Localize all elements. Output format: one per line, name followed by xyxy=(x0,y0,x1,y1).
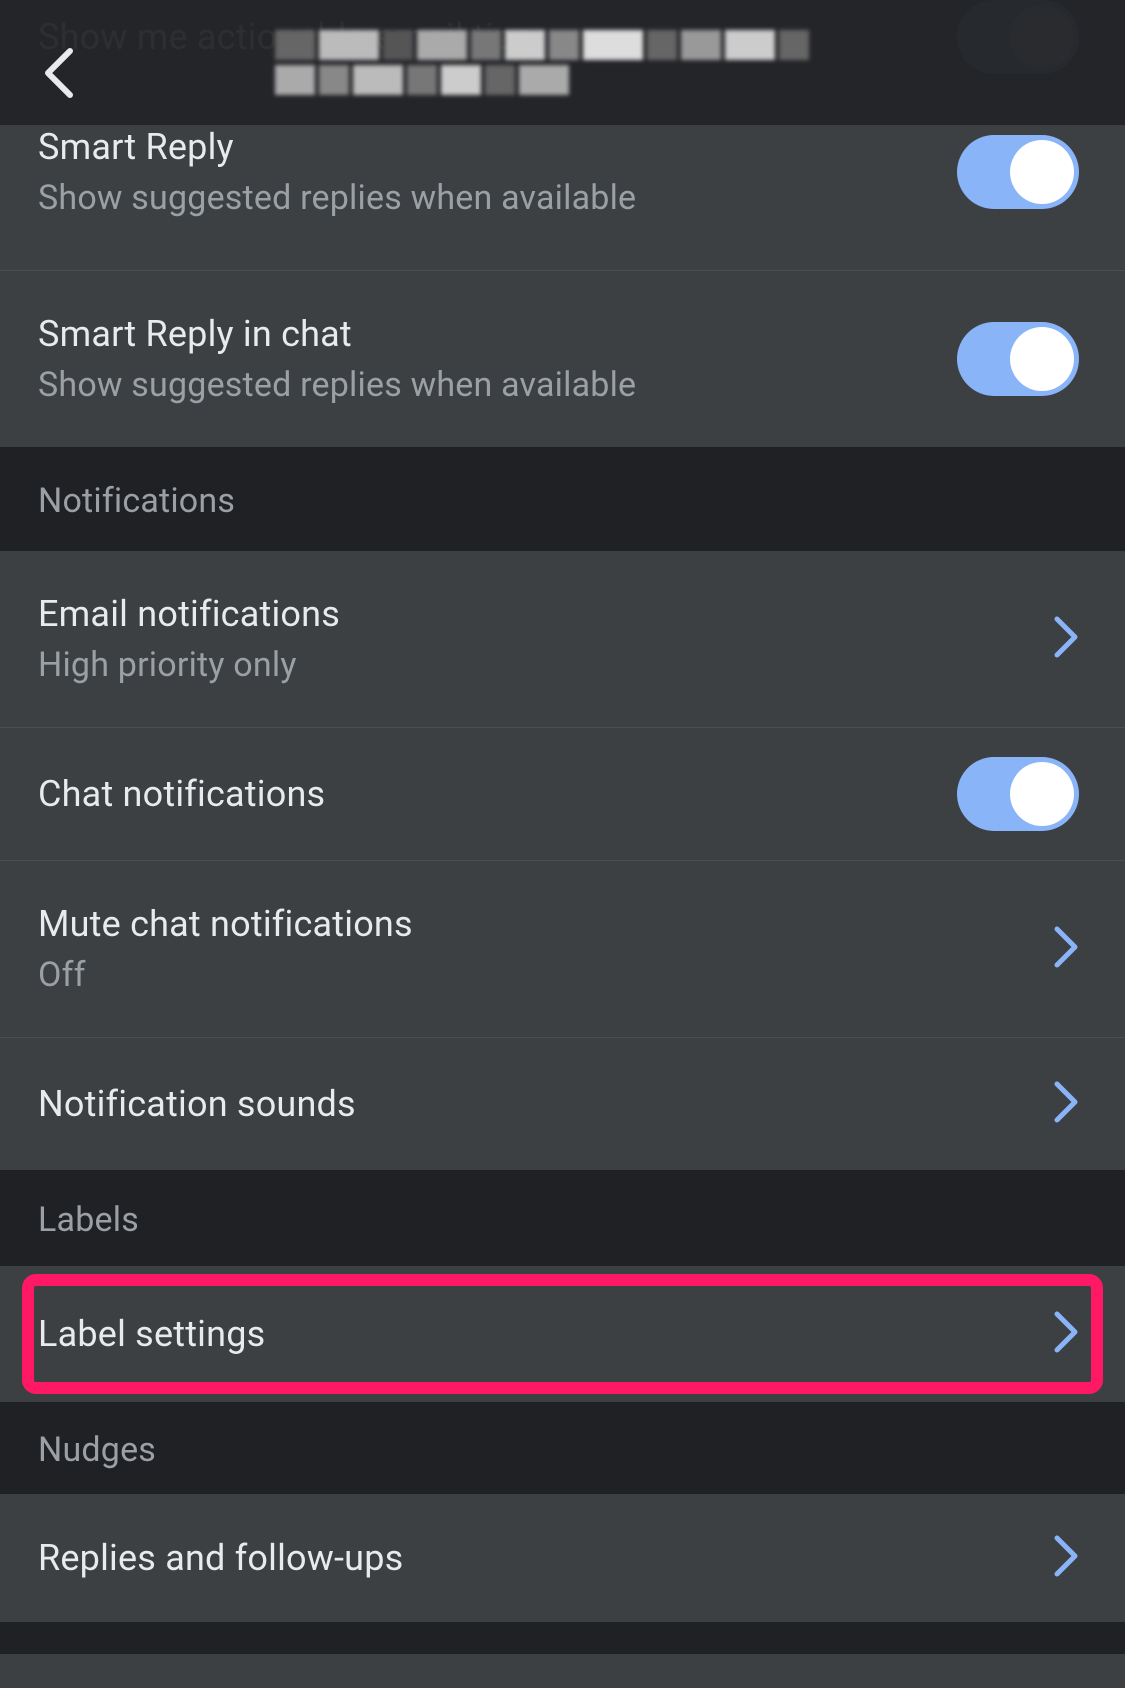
setting-title: Replies and follow-ups xyxy=(38,1537,1053,1579)
row-label-settings[interactable]: Label settings xyxy=(0,1266,1125,1402)
chevron-right-icon xyxy=(1053,615,1081,663)
section-nudges: Nudges xyxy=(0,1402,1125,1494)
row-replies-followups[interactable]: Replies and follow-ups xyxy=(0,1494,1125,1622)
section-labels: Labels xyxy=(0,1170,1125,1266)
row-notification-sounds[interactable]: Notification sounds xyxy=(0,1038,1125,1170)
setting-title: Email notifications xyxy=(38,593,1053,635)
chevron-right-icon xyxy=(1053,1534,1081,1582)
chat-notifications-toggle[interactable] xyxy=(957,757,1079,831)
row-chat-notifications[interactable]: Chat notifications xyxy=(0,728,1125,861)
chevron-right-icon xyxy=(1053,1080,1081,1128)
chevron-right-icon xyxy=(1053,1310,1081,1358)
nav-bar xyxy=(0,0,1125,125)
setting-subtitle: Off xyxy=(38,955,1053,995)
chevron-right-icon xyxy=(1053,925,1081,973)
setting-title: Chat notifications xyxy=(38,773,957,815)
setting-title: Smart Reply xyxy=(38,126,957,168)
setting-subtitle: Show suggested replies when available xyxy=(38,178,957,218)
row-mute-chat[interactable]: Mute chat notifications Off xyxy=(0,861,1125,1038)
row-email-notifications[interactable]: Email notifications High priority only xyxy=(0,551,1125,728)
setting-title: Label settings xyxy=(38,1313,1053,1355)
back-button[interactable] xyxy=(40,45,80,105)
redacted-title xyxy=(273,28,853,98)
row-smart-reply-chat[interactable]: Smart Reply in chat Show suggested repli… xyxy=(0,271,1125,447)
setting-title: Smart Reply in chat xyxy=(38,313,957,355)
section-notifications: Notifications xyxy=(0,447,1125,551)
section-title: Nudges xyxy=(38,1430,156,1470)
smart-reply-toggle[interactable] xyxy=(957,135,1079,209)
section-title: Labels xyxy=(38,1200,139,1240)
setting-title: Mute chat notifications xyxy=(38,903,1053,945)
setting-title: Notification sounds xyxy=(38,1083,1053,1125)
spacer xyxy=(0,1622,1125,1654)
section-title: Notifications xyxy=(38,481,235,521)
setting-subtitle: Show suggested replies when available xyxy=(38,365,957,405)
setting-subtitle: High priority only xyxy=(38,645,1053,685)
smart-reply-chat-toggle[interactable] xyxy=(957,322,1079,396)
